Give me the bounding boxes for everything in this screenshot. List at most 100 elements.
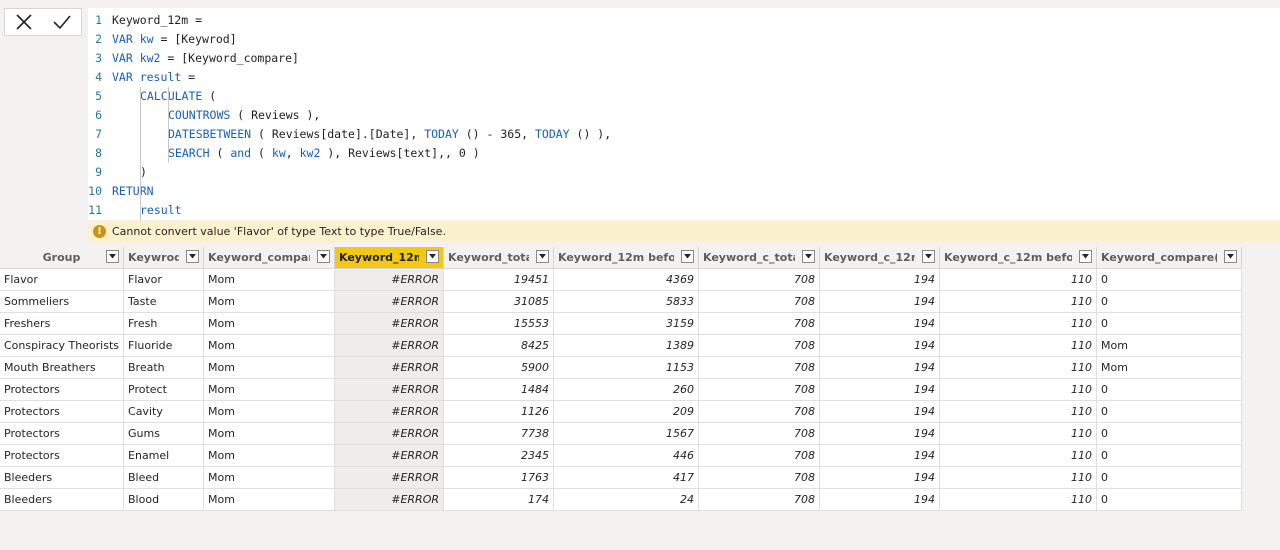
table-cell[interactable]: 194	[819, 334, 941, 357]
column-filter-button[interactable]	[1224, 250, 1238, 263]
table-cell[interactable]: 0	[1096, 290, 1243, 313]
table-cell[interactable]: 194	[819, 400, 941, 423]
table-cell[interactable]: 708	[698, 378, 821, 401]
table-row[interactable]: Bleeders Blood Mom #ERROR 174 24 708 194 110 0	[0, 488, 1243, 511]
table-cell[interactable]: Mom	[203, 400, 336, 423]
table-cell[interactable]: 24	[553, 488, 700, 511]
table-cell[interactable]: #ERROR	[334, 444, 445, 467]
table-cell[interactable]: 0	[1096, 268, 1243, 291]
table-cell[interactable]: 0	[1096, 444, 1243, 467]
table-cell[interactable]: Cavity	[123, 400, 205, 423]
table-cell[interactable]: 1484	[443, 378, 555, 401]
column-filter-button[interactable]	[186, 250, 200, 263]
table-cell[interactable]: Mom	[203, 466, 336, 489]
table-row[interactable]: Sommeliers Taste Mom #ERROR 31085 5833 708 194 1…	[0, 290, 1243, 313]
table-cell[interactable]: 4369	[553, 268, 700, 291]
table-row[interactable]: Protectors Gums Mom #ERROR 7738 1567 708 194 110…	[0, 422, 1243, 445]
table-cell[interactable]: 260	[553, 378, 700, 401]
table-cell[interactable]: Protectors	[0, 400, 125, 423]
table-cell[interactable]: 417	[553, 466, 700, 489]
table-cell[interactable]: 708	[698, 466, 821, 489]
table-cell[interactable]: Bleeders	[0, 488, 125, 511]
table-cell[interactable]: 110	[939, 334, 1098, 357]
table-cell[interactable]: #ERROR	[334, 334, 445, 357]
table-cell[interactable]: Mom	[203, 422, 336, 445]
table-cell[interactable]: 0	[1096, 312, 1243, 335]
table-cell[interactable]: 110	[939, 400, 1098, 423]
table-cell[interactable]: #ERROR	[334, 466, 445, 489]
table-cell[interactable]: 110	[939, 466, 1098, 489]
table-cell[interactable]: 194	[819, 290, 941, 313]
table-cell[interactable]: Mom	[203, 356, 336, 379]
table-row[interactable]: Freshers Fresh Mom #ERROR 15553 3159 708 194 110…	[0, 312, 1243, 335]
table-cell[interactable]: 1763	[443, 466, 555, 489]
table-cell[interactable]: 194	[819, 422, 941, 445]
table-cell[interactable]: Mom	[1096, 334, 1243, 357]
table-cell[interactable]: 1389	[553, 334, 700, 357]
table-cell[interactable]: #ERROR	[334, 356, 445, 379]
table-cell[interactable]: #ERROR	[334, 268, 445, 291]
table-row[interactable]: Protectors Enamel Mom #ERROR 2345 446 708 194 11…	[0, 444, 1243, 467]
table-row[interactable]: Bleeders Bleed Mom #ERROR 1763 417 708 194 110 0	[0, 466, 1243, 489]
column-header-keyword-compare[interactable]: Keyword_compare	[203, 247, 336, 269]
table-cell[interactable]: Mouth Breathers	[0, 356, 125, 379]
column-header-keyword-total[interactable]: Keyword_total	[443, 247, 555, 269]
table-cell[interactable]: 1153	[553, 356, 700, 379]
table-cell[interactable]: 15553	[443, 312, 555, 335]
table-cell[interactable]: #ERROR	[334, 422, 445, 445]
cancel-button[interactable]	[11, 11, 37, 33]
table-cell[interactable]: Mom	[203, 290, 336, 313]
table-cell[interactable]: #ERROR	[334, 312, 445, 335]
table-cell[interactable]: Protectors	[0, 378, 125, 401]
table-cell[interactable]: Sommeliers	[0, 290, 125, 313]
table-cell[interactable]: #ERROR	[334, 378, 445, 401]
table-cell[interactable]: 708	[698, 488, 821, 511]
table-cell[interactable]: Mom	[203, 444, 336, 467]
column-header-keyword-c-total[interactable]: Keyword_c_total	[698, 247, 821, 269]
table-cell[interactable]: 174	[443, 488, 555, 511]
table-cell[interactable]: Fluoride	[123, 334, 205, 357]
column-filter-button[interactable]	[922, 250, 936, 263]
column-filter-button[interactable]	[802, 250, 816, 263]
table-cell[interactable]: Mom	[203, 488, 336, 511]
table-cell[interactable]: 1126	[443, 400, 555, 423]
table-cell[interactable]: Mom	[203, 268, 336, 291]
formula-editor[interactable]: 1 Keyword_12m = 2 VAR kw = [Keywrod] 3 VAR kw…	[88, 8, 1280, 221]
table-cell[interactable]: 708	[698, 400, 821, 423]
table-cell[interactable]: Breath	[123, 356, 205, 379]
table-cell[interactable]: 110	[939, 378, 1098, 401]
table-cell[interactable]: 194	[819, 268, 941, 291]
table-cell[interactable]: 708	[698, 422, 821, 445]
table-cell[interactable]: Taste	[123, 290, 205, 313]
table-cell[interactable]: 209	[553, 400, 700, 423]
table-cell[interactable]: Flavor	[123, 268, 205, 291]
table-cell[interactable]: 110	[939, 356, 1098, 379]
table-cell[interactable]: #ERROR	[334, 400, 445, 423]
table-cell[interactable]: 110	[939, 290, 1098, 313]
table-cell[interactable]: 446	[553, 444, 700, 467]
column-header-group[interactable]: Group	[0, 247, 125, 269]
table-cell[interactable]: #ERROR	[334, 488, 445, 511]
table-cell[interactable]: Bleeders	[0, 466, 125, 489]
table-cell[interactable]: 194	[819, 488, 941, 511]
table-cell[interactable]: 708	[698, 356, 821, 379]
table-cell[interactable]: 0	[1096, 378, 1243, 401]
table-cell[interactable]: 708	[698, 312, 821, 335]
table-cell[interactable]: Freshers	[0, 312, 125, 335]
table-cell[interactable]: 0	[1096, 466, 1243, 489]
table-cell[interactable]: 0	[1096, 400, 1243, 423]
table-cell[interactable]: Gums	[123, 422, 205, 445]
column-header-keyword-c-12m-before[interactable]: Keyword_c_12m before	[939, 247, 1098, 269]
table-cell[interactable]: Protectors	[0, 422, 125, 445]
table-cell[interactable]: 31085	[443, 290, 555, 313]
table-cell[interactable]: 194	[819, 444, 941, 467]
table-cell[interactable]: 194	[819, 466, 941, 489]
table-cell[interactable]: 194	[819, 356, 941, 379]
table-cell[interactable]: 194	[819, 312, 941, 335]
column-header-keyword-compare-2[interactable]: Keyword_compare(2)	[1096, 247, 1243, 269]
table-cell[interactable]: Flavor	[0, 268, 125, 291]
table-cell[interactable]: 708	[698, 268, 821, 291]
table-cell[interactable]: 5900	[443, 356, 555, 379]
table-row[interactable]: Protectors Protect Mom #ERROR 1484 260 708 194 1…	[0, 378, 1243, 401]
column-filter-button[interactable]	[536, 250, 550, 263]
